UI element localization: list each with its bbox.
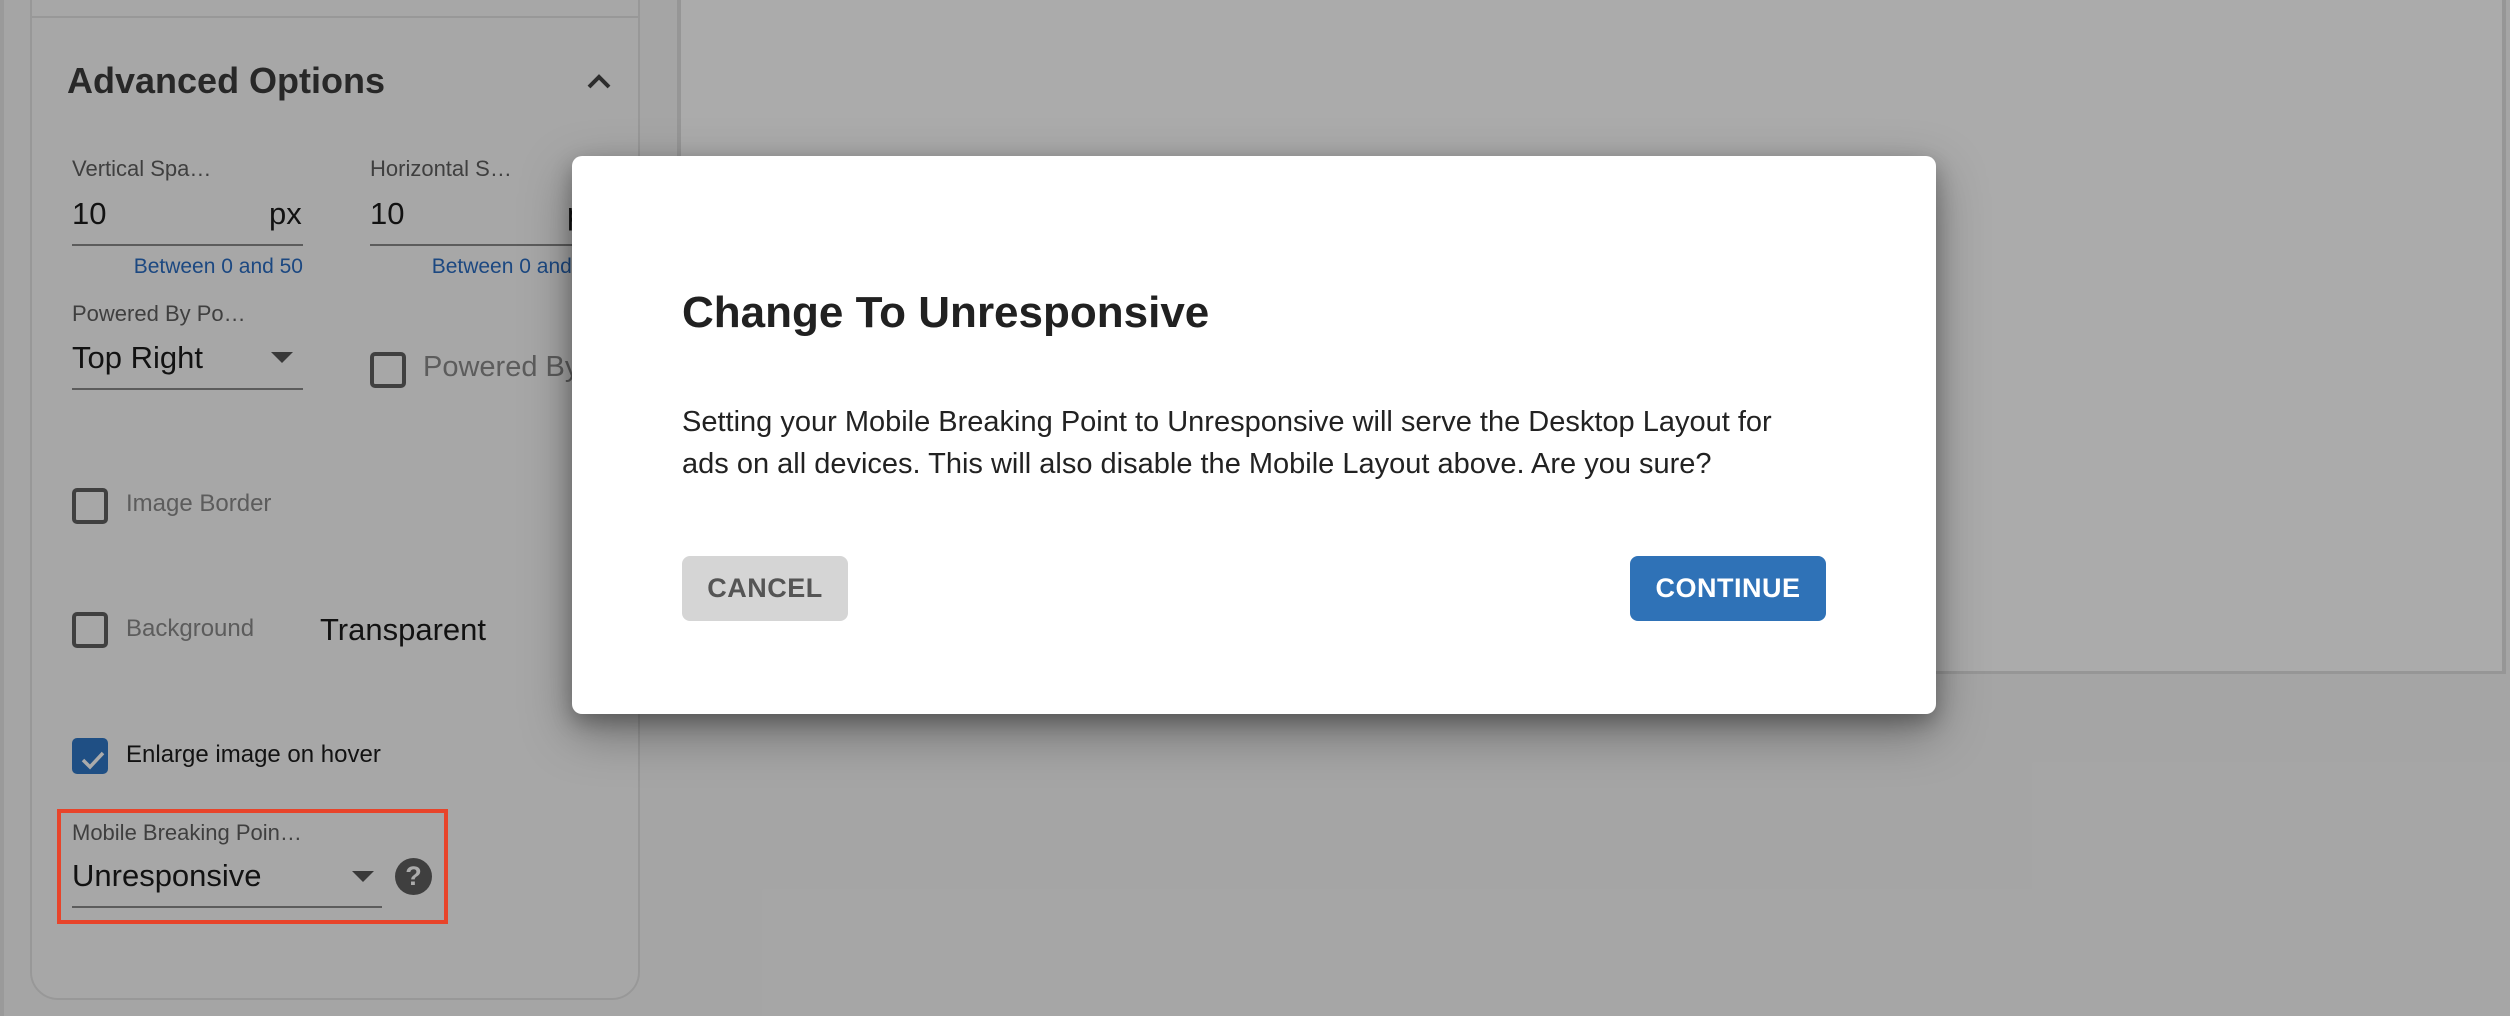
cancel-button[interactable]: CANCEL bbox=[682, 556, 848, 621]
dialog-message: Setting your Mobile Breaking Point to Un… bbox=[682, 406, 1772, 480]
confirm-dialog: Change To Unresponsive Setting your Mobi… bbox=[572, 156, 1936, 714]
continue-button[interactable]: CONTINUE bbox=[1630, 556, 1826, 621]
highlight-annotation-box bbox=[57, 809, 448, 924]
dialog-title: Change To Unresponsive bbox=[682, 288, 1210, 337]
